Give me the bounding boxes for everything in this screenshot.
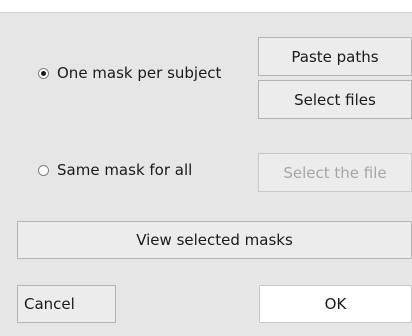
view-selected-masks-button[interactable]: View selected masks: [17, 221, 412, 259]
cancel-button[interactable]: Cancel: [17, 285, 116, 323]
dialog-panel: One mask per subject Paste paths Select …: [0, 12, 412, 336]
one-mask-per-subject-label: One mask per subject: [57, 64, 222, 82]
select-files-button[interactable]: Select files: [258, 80, 412, 119]
one-mask-per-subject-option[interactable]: One mask per subject: [38, 64, 221, 82]
same-mask-for-all-radio[interactable]: [38, 164, 49, 176]
select-the-file-button[interactable]: Select the file: [258, 153, 412, 192]
same-mask-for-all-option[interactable]: Same mask for all: [38, 161, 192, 179]
same-mask-for-all-label: Same mask for all: [57, 161, 193, 179]
paste-paths-button[interactable]: Paste paths: [258, 37, 412, 76]
one-mask-per-subject-radio[interactable]: [38, 67, 49, 79]
ok-button[interactable]: OK: [259, 285, 412, 323]
mask-selection-dialog: One mask per subject Paste paths Select …: [0, 0, 412, 336]
